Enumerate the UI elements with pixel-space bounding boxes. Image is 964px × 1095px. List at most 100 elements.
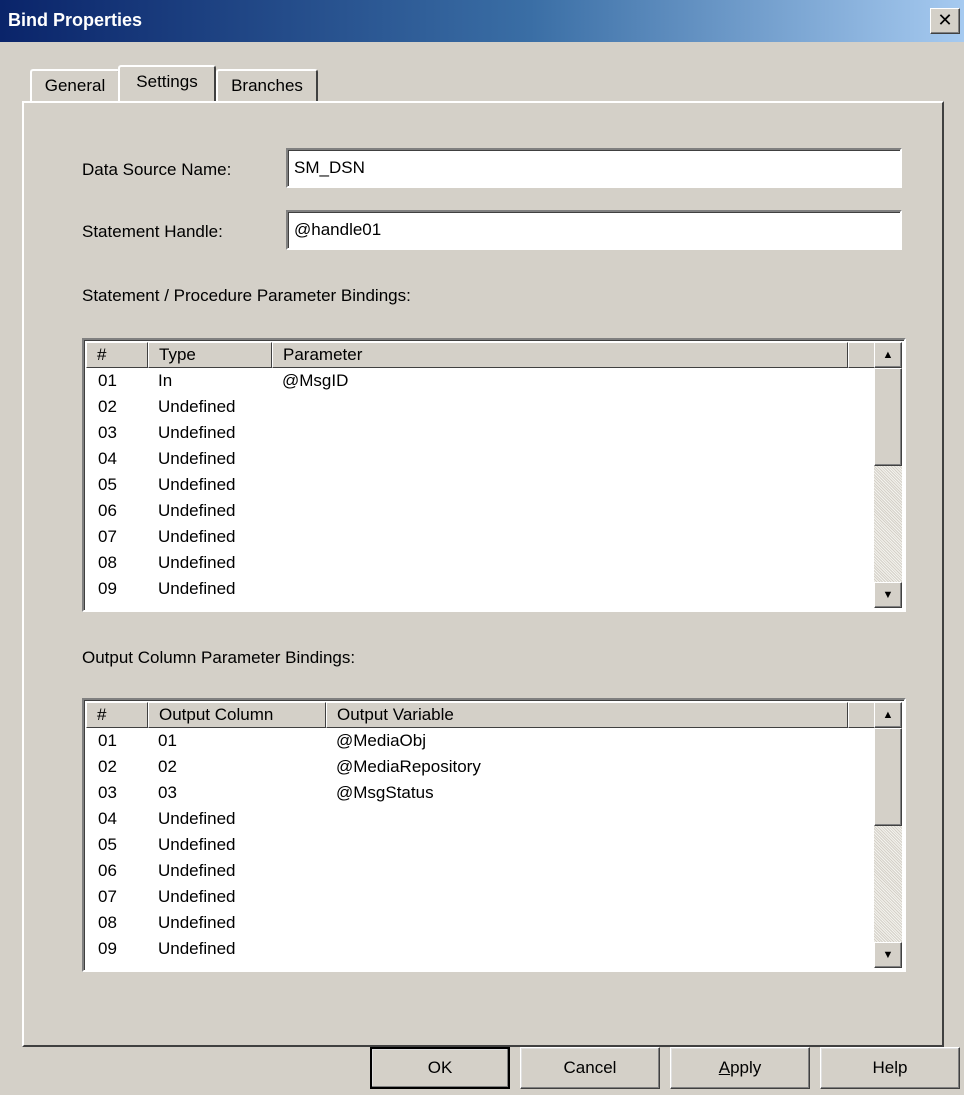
output-list-header: # Output Column Output Variable [86,702,878,728]
scroll-thumb[interactable] [874,368,902,466]
table-row[interactable]: 03 03 @MsgStatus [86,780,874,806]
arrow-up-icon: ▲ [882,709,894,721]
tab-settings-label: Settings [136,72,198,91]
table-row[interactable]: 06 Undefined [86,858,874,884]
table-row[interactable]: 07 Undefined [86,884,874,910]
row-number: 07 [98,527,117,546]
tab-general[interactable]: General [30,69,120,101]
close-button[interactable]: ✕ [930,8,960,34]
ok-button[interactable]: OK [370,1047,510,1089]
help-button-label: Help [872,1058,908,1077]
row-output-column: Undefined [158,809,236,828]
row-type: Undefined [158,423,236,442]
title-bar[interactable]: Bind Properties ✕ [0,0,964,42]
row-number: 03 [98,783,117,802]
scroll-up-button[interactable]: ▲ [874,702,902,728]
arrow-down-icon: ▼ [882,949,894,961]
row-number: 02 [98,757,117,776]
table-row[interactable]: 02 Undefined [86,394,874,420]
window-title: Bind Properties [8,10,143,30]
row-number: 07 [98,887,117,906]
table-row[interactable]: 08 Undefined [86,910,874,936]
row-output-column: Undefined [158,939,236,958]
output-col-variable[interactable]: Output Variable [326,702,848,728]
output-rows: 01 01 @MediaObj 02 02 @MediaRepository 03 03 @… [86,728,874,962]
tab-branches-label: Branches [231,76,303,95]
arrow-down-icon: ▼ [882,589,894,601]
row-output-column: 03 [158,783,177,802]
row-number: 09 [98,579,117,598]
row-number: 05 [98,835,117,854]
dsn-input[interactable] [286,148,902,188]
row-number: 01 [98,731,117,750]
scroll-up-button[interactable]: ▲ [874,342,902,368]
tab-branches[interactable]: Branches [216,69,318,101]
row-number: 01 [98,371,117,390]
row-type: Undefined [158,527,236,546]
row-output-variable: @MsgStatus [336,783,434,802]
param-col-type[interactable]: Type [148,342,272,368]
row-number: 04 [98,809,117,828]
row-parameter: @MsgID [282,371,349,390]
table-row[interactable]: 04 Undefined [86,446,874,472]
cancel-button-label: Cancel [563,1058,617,1077]
row-type: Undefined [158,579,236,598]
param-col-parameter[interactable]: Parameter [272,342,848,368]
row-output-variable: @MediaObj [336,731,427,750]
tab-settings[interactable]: Settings [118,65,216,101]
apply-mnemonic: A [718,1058,731,1077]
row-output-column: Undefined [158,835,236,854]
table-row[interactable]: 04 Undefined [86,806,874,832]
output-col-number[interactable]: # [86,702,148,728]
param-rows: 01 In @MsgID 02 Undefined 03 Undefined 04 Und… [86,368,874,602]
row-type: Undefined [158,501,236,520]
row-output-column: Undefined [158,887,236,906]
row-number: 04 [98,449,117,468]
row-output-column: 02 [158,757,177,776]
row-type: Undefined [158,397,236,416]
table-row[interactable]: 06 Undefined [86,498,874,524]
scroll-thumb[interactable] [874,728,902,826]
table-row[interactable]: 09 Undefined [86,936,874,962]
row-number: 06 [98,501,117,520]
help-button[interactable]: Help [820,1047,960,1089]
row-output-variable: @MediaRepository [336,757,481,776]
cancel-button[interactable]: Cancel [520,1047,660,1089]
statement-handle-label: Statement Handle: [82,222,223,241]
scroll-down-button[interactable]: ▼ [874,582,902,608]
param-bindings-list[interactable]: # Type Parameter 01 In @MsgID 02 Undefined … [82,338,906,612]
apply-button-label: pply [730,1058,762,1077]
row-type: In [158,371,173,390]
tab-general-label: General [44,76,106,95]
apply-button[interactable]: Apply [670,1047,810,1089]
param-bindings-label: Statement / Procedure Parameter Bindings… [82,286,411,305]
output-bindings-list[interactable]: # Output Column Output Variable 01 01 @Med… [82,698,906,972]
row-output-column: Undefined [158,861,236,880]
statement-handle-input[interactable] [286,210,902,250]
table-row[interactable]: 05 Undefined [86,472,874,498]
table-row[interactable]: 09 Undefined [86,576,874,602]
param-list-header: # Type Parameter [86,342,878,368]
row-output-column: Undefined [158,913,236,932]
output-list-scrollbar[interactable]: ▲ ▼ [874,702,902,968]
ok-button-label: OK [427,1058,453,1077]
row-number: 05 [98,475,117,494]
table-row[interactable]: 01 01 @MediaObj [86,728,874,754]
output-col-column[interactable]: Output Column [148,702,326,728]
row-number: 06 [98,861,117,880]
scroll-down-button[interactable]: ▼ [874,942,902,968]
row-number: 09 [98,939,117,958]
row-type: Undefined [158,553,236,572]
table-row[interactable]: 03 Undefined [86,420,874,446]
table-row[interactable]: 05 Undefined [86,832,874,858]
table-row[interactable]: 07 Undefined [86,524,874,550]
param-list-scrollbar[interactable]: ▲ ▼ [874,342,902,608]
arrow-up-icon: ▲ [882,349,894,361]
param-col-number[interactable]: # [86,342,148,368]
row-output-column: 01 [158,731,177,750]
table-row[interactable]: 08 Undefined [86,550,874,576]
row-type: Undefined [158,449,236,468]
table-row[interactable]: 02 02 @MediaRepository [86,754,874,780]
table-row[interactable]: 01 In @MsgID [86,368,874,394]
row-type: Undefined [158,475,236,494]
